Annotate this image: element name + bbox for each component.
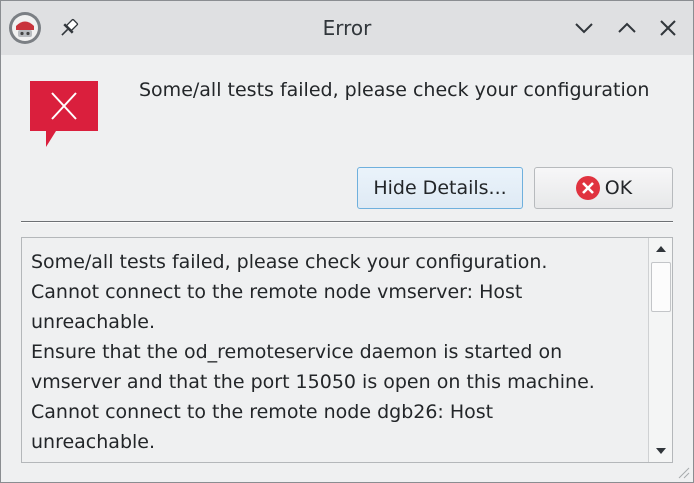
details-line: Some/all tests failed, please check your… [31, 251, 548, 273]
minimize-button[interactable] [570, 14, 598, 42]
details-line: Cannot connect to the remote node dgb26:… [31, 401, 494, 423]
details-text[interactable]: Some/all tests failed, please check your… [31, 247, 646, 457]
chevron-down-icon [575, 23, 593, 34]
resize-grip-icon[interactable] [676, 465, 690, 479]
ok-label: OK [604, 177, 633, 199]
hide-details-label: Hide Details... [373, 177, 507, 199]
app-icon[interactable] [8, 11, 42, 45]
separator [21, 221, 673, 223]
scroll-down-button[interactable] [649, 440, 672, 462]
error-icon [28, 79, 100, 151]
details-line: vmserver and that the port 15050 is open… [31, 371, 595, 393]
details-line: Ensure that the od_remoteservice daemon … [31, 341, 563, 363]
arrow-up-icon [655, 246, 666, 252]
details-line: Cannot connect to the remote node vmserv… [31, 281, 523, 303]
arrow-down-icon [655, 448, 666, 454]
close-icon [660, 20, 676, 36]
details-text-area[interactable]: Some/all tests failed, please check your… [21, 237, 673, 463]
vertical-scrollbar[interactable] [648, 238, 672, 462]
maximize-button[interactable] [613, 14, 641, 42]
close-button[interactable] [654, 14, 682, 42]
scroll-thumb[interactable] [651, 262, 671, 312]
details-line: unreachable. [31, 431, 156, 453]
pin-icon[interactable] [57, 16, 81, 40]
hide-details-button[interactable]: Hide Details... [357, 167, 523, 209]
title-bar[interactable]: Error [1, 1, 693, 55]
ok-button[interactable]: OK [534, 167, 673, 209]
cancel-circle-icon [575, 176, 600, 200]
error-dialog-window: Error Some/all tests failed, please chec… [0, 0, 694, 483]
details-line: unreachable. [31, 311, 156, 333]
chevron-up-icon [618, 22, 636, 33]
scroll-up-button[interactable] [649, 238, 672, 260]
error-message: Some/all tests failed, please check your… [139, 79, 650, 101]
